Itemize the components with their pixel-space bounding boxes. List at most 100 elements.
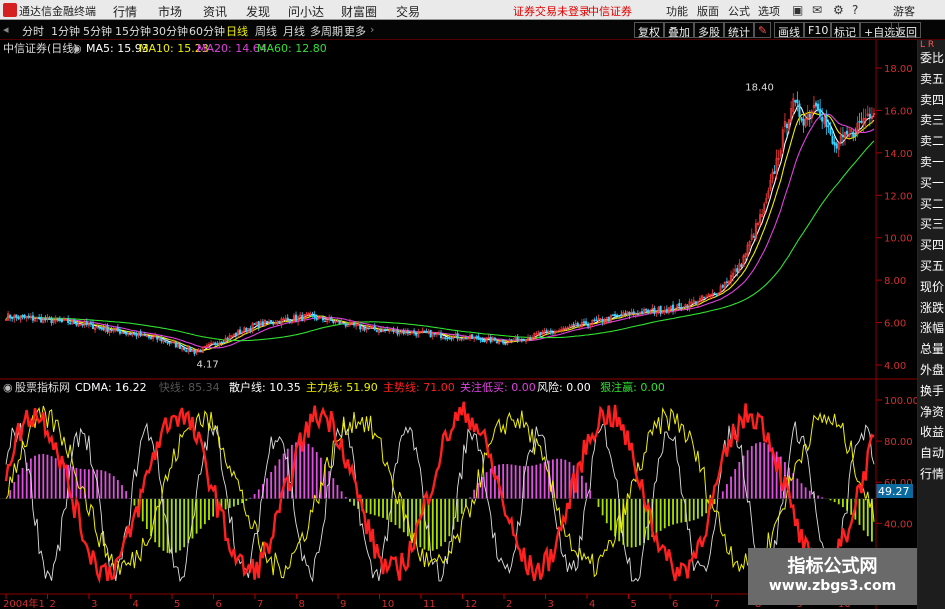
candle-body <box>23 314 26 318</box>
adjust-button[interactable]: 复权 <box>634 22 664 39</box>
menu-ask[interactable]: 问小达 <box>288 3 324 20</box>
candle-body <box>827 125 830 128</box>
quote-field-13[interactable]: 涨幅 <box>920 318 945 338</box>
watermark-logo: 指标公式网 www.zbgs3.com <box>748 548 917 605</box>
candle-body <box>549 330 552 332</box>
period-15min[interactable]: 15分钟 <box>115 23 151 39</box>
candle-body <box>429 330 432 338</box>
candle-body <box>278 321 281 325</box>
period-more[interactable]: 更多 <box>344 23 366 39</box>
candle-body <box>520 339 523 341</box>
candle-body <box>27 315 30 318</box>
menu-trade[interactable]: 交易 <box>396 3 420 20</box>
quote-field-17[interactable]: 净资 <box>920 402 945 422</box>
mark-button[interactable]: 标记 <box>830 22 860 39</box>
candle-body <box>736 268 739 273</box>
candle-body <box>375 330 378 332</box>
candle-body <box>89 322 92 325</box>
quote-field-18[interactable]: 收益 <box>920 422 945 442</box>
period-daily[interactable]: 日线 <box>226 23 248 39</box>
period-5min[interactable]: 5分钟 <box>83 23 112 39</box>
menu-wealth[interactable]: 财富圈 <box>341 3 377 20</box>
candle-body <box>819 108 822 117</box>
period-multi[interactable]: 多周期 <box>310 23 343 39</box>
quote-field-3[interactable]: 卖三 <box>920 110 945 130</box>
candle-body <box>456 333 459 339</box>
candle-body <box>665 308 668 313</box>
candle-body <box>125 333 128 335</box>
period-weekly[interactable]: 周线 <box>255 23 277 39</box>
return-button[interactable]: 返回 <box>891 22 921 39</box>
trade-login-status[interactable]: 证券交易未登录 <box>513 3 590 19</box>
quote-field-20[interactable]: 行情 <box>920 464 945 484</box>
quote-field-4[interactable]: 卖二 <box>920 131 945 151</box>
candle-body <box>183 347 186 350</box>
period-30min[interactable]: 30分钟 <box>152 23 188 39</box>
watermark-url: www.zbgs3.com <box>768 578 897 594</box>
period-60min[interactable]: 60分钟 <box>189 23 225 39</box>
candle-body <box>545 330 548 332</box>
skin-icon[interactable]: ▣ <box>792 3 803 17</box>
menu-market[interactable]: 市场 <box>158 3 182 20</box>
quote-field-11[interactable]: 现价 <box>920 277 945 297</box>
candle-body <box>825 115 828 127</box>
message-icon[interactable]: ✉ <box>812 3 822 17</box>
multi-stock-button[interactable]: 多股 <box>694 22 724 39</box>
price-tick-label: 16.00 <box>884 106 913 117</box>
candle-body <box>301 314 304 321</box>
quote-field-7[interactable]: 买二 <box>920 194 945 214</box>
kline-chart-area[interactable]: 中信证券(日线) ◉ MA5: 15.93 MA10: 15.23 MA20: … <box>0 40 917 609</box>
candle-body <box>249 328 252 331</box>
period-1min[interactable]: 1分钟 <box>51 23 80 39</box>
statistics-button[interactable]: 统计 <box>724 22 754 39</box>
quote-field-14[interactable]: 总量 <box>920 339 945 359</box>
price-tick-label: 18.00 <box>884 64 913 75</box>
candle-body <box>168 342 171 344</box>
quote-field-5[interactable]: 卖一 <box>920 152 945 172</box>
settings-icon[interactable]: ⚙ <box>833 3 844 17</box>
f10-button[interactable]: F10 <box>804 22 833 38</box>
candle-body <box>752 235 755 238</box>
quote-field-0[interactable]: 委比 <box>920 48 945 68</box>
quote-field-6[interactable]: 买一 <box>920 173 945 193</box>
guest-user[interactable]: 游客 <box>893 3 915 19</box>
quote-field-19[interactable]: 自动 <box>920 443 945 463</box>
candle-body <box>38 317 41 319</box>
menu-news[interactable]: 资讯 <box>203 3 227 20</box>
period-intraday[interactable]: 分时 <box>22 23 44 39</box>
candle-body <box>413 330 416 334</box>
candle-body <box>800 117 803 121</box>
period-monthly[interactable]: 月线 <box>283 23 305 39</box>
quote-field-8[interactable]: 买三 <box>920 214 945 234</box>
candle-body <box>311 314 314 317</box>
menu-function[interactable]: 功能 <box>666 3 688 19</box>
quote-field-15[interactable]: 外盘 <box>920 360 945 380</box>
quote-field-1[interactable]: 卖五 <box>920 69 945 89</box>
candle-body <box>647 309 650 313</box>
candle-body <box>135 333 138 337</box>
quote-field-9[interactable]: 买四 <box>920 235 945 255</box>
quote-field-10[interactable]: 买五 <box>920 256 945 276</box>
quote-field-2[interactable]: 卖四 <box>920 90 945 110</box>
candle-body <box>60 320 63 322</box>
candle-body <box>396 329 399 335</box>
candle-body <box>58 319 61 321</box>
menu-quotes[interactable]: 行情 <box>113 3 137 20</box>
quote-field-12[interactable]: 涨跌 <box>920 298 945 318</box>
broker-name[interactable]: 中信证券 <box>588 3 632 19</box>
candle-body <box>624 313 627 315</box>
menu-discover[interactable]: 发现 <box>246 3 270 20</box>
draw-icon[interactable]: ✎ <box>754 22 772 38</box>
candle-body <box>143 334 146 337</box>
candle-body <box>261 321 264 326</box>
menu-formula[interactable]: 公式 <box>728 3 750 19</box>
more-chevron-icon[interactable]: › <box>370 23 374 36</box>
candle-body <box>489 336 492 343</box>
help-icon[interactable]: ? <box>852 3 858 17</box>
quote-field-16[interactable]: 换手 <box>920 381 945 401</box>
menu-layout[interactable]: 版面 <box>697 3 719 19</box>
menu-options[interactable]: 选项 <box>758 3 780 19</box>
drawing-button[interactable]: 画线 <box>774 22 804 39</box>
back-icon[interactable]: ◂ <box>3 23 9 36</box>
overlay-button[interactable]: 叠加 <box>664 22 694 39</box>
